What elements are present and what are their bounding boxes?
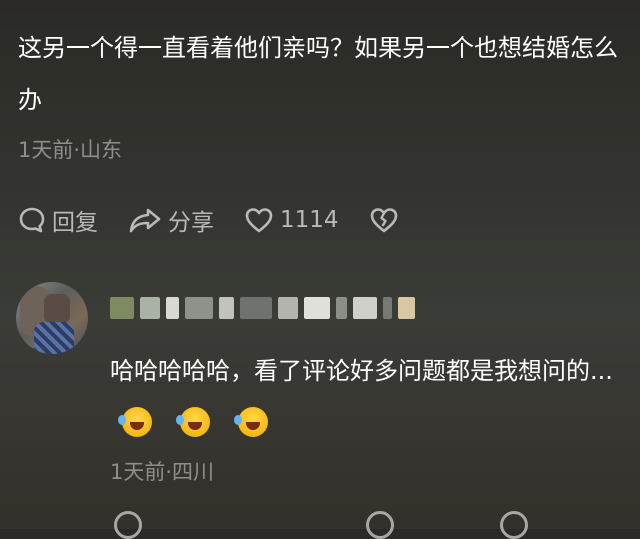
laughing-tears-emoji [118,407,152,437]
laughing-tears-emoji [176,407,210,437]
username-blurred[interactable] [110,291,415,325]
next-action-bar-peek [0,511,640,539]
heart-icon [245,208,273,233]
avatar[interactable] [16,282,88,354]
reply-label: 回复 [52,210,98,236]
like-count: 1114 [280,207,339,233]
reply-icon [19,207,45,233]
reply-comment-meta: 1天前·四川 [110,460,215,484]
reply-button[interactable]: 回复 [18,203,98,237]
dislike-icon [370,208,397,233]
comment-action-bar: 回复 分享 1114 [18,200,435,240]
share-label: 分享 [168,210,214,236]
like-button[interactable]: 1114 [244,206,339,234]
top-comment-meta: 1天前·山东 [18,138,123,162]
top-comment-text: 这另一个得一直看着他们亲吗？如果另一个也想结婚怎么办 [18,34,618,114]
reply-text-content: 哈哈哈哈哈，看了评论好多问题都是我想问的... [110,357,613,385]
laughing-tears-emoji [234,407,268,437]
reply-comment-text: 哈哈哈哈哈，看了评论好多问题都是我想问的... [110,345,620,449]
dislike-button[interactable] [369,206,405,234]
share-button[interactable]: 分享 [128,203,214,237]
share-icon [129,208,161,233]
